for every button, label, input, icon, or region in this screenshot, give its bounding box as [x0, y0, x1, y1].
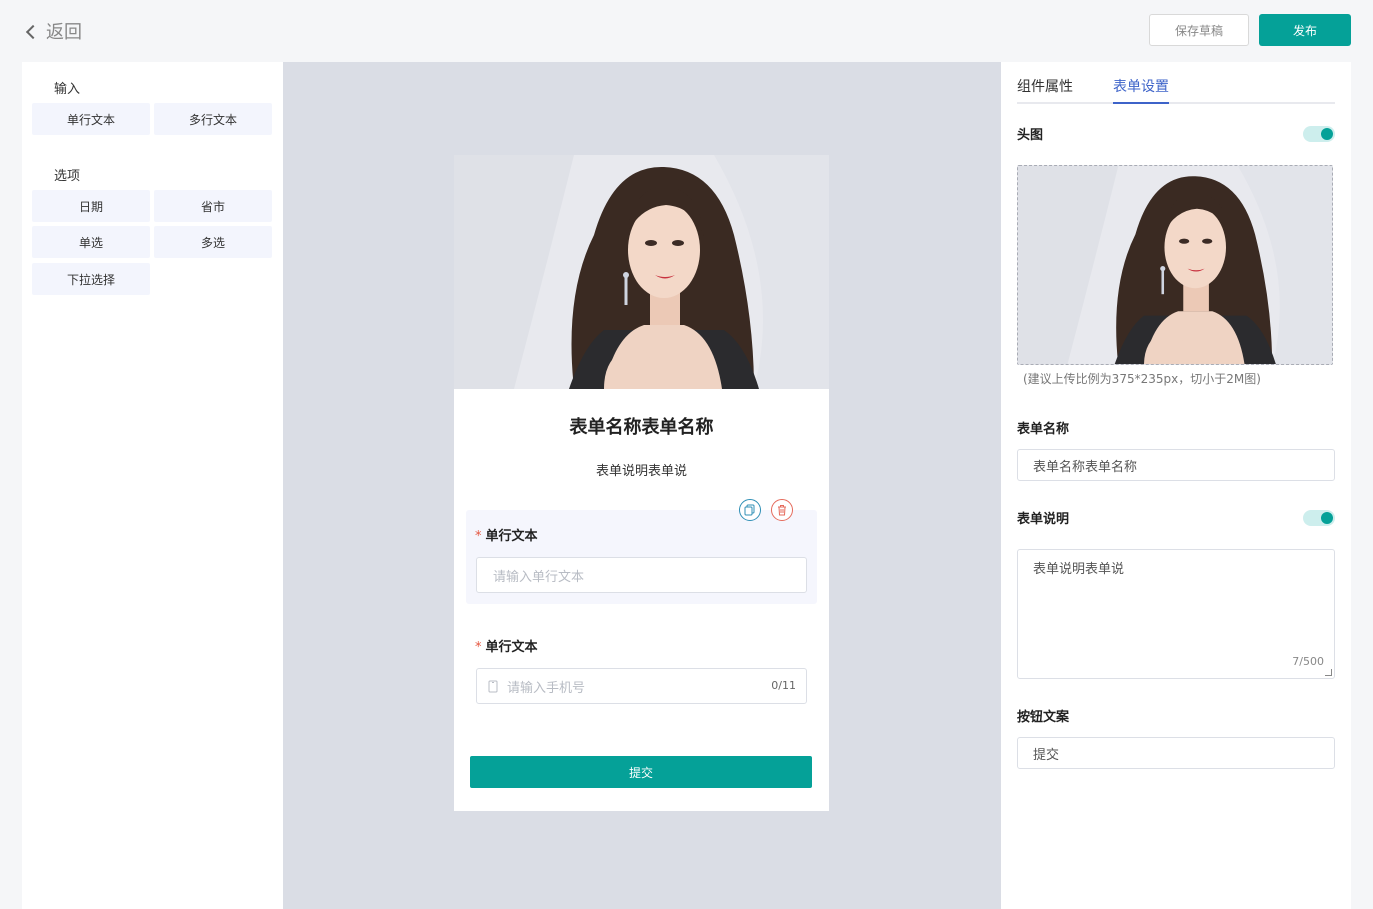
button-text-input[interactable]: 提交: [1017, 737, 1335, 769]
save-draft-button[interactable]: 保存草稿: [1149, 14, 1249, 46]
form-description-label: 表单说明: [1017, 512, 1070, 527]
submit-button[interactable]: 提交: [470, 756, 812, 788]
delete-icon[interactable]: [771, 499, 793, 521]
publish-button[interactable]: 发布: [1259, 14, 1351, 46]
button-text-label: 按钮文案: [1017, 710, 1070, 725]
required-mark: *: [475, 529, 482, 544]
required-mark: *: [475, 640, 482, 655]
form-title: 表单名称表单名称: [569, 417, 714, 438]
chevron-left-icon: [25, 24, 41, 39]
component-date[interactable]: 日期: [32, 190, 150, 222]
header-image-label: 头图: [1017, 128, 1044, 143]
field-label: * 单行文本: [475, 636, 538, 655]
input-placeholder: 请输入手机号: [507, 680, 586, 696]
header-image[interactable]: [454, 155, 829, 389]
uploaded-portrait-image: [1018, 166, 1333, 365]
component-multi-choice[interactable]: 多选: [154, 226, 272, 258]
form-description-toggle[interactable]: [1303, 510, 1335, 526]
component-palette: 输入 单行文本 多行文本 选项 日期 省市 单选 多选 下拉选择: [22, 62, 283, 909]
group-title-input: 输入: [54, 82, 81, 97]
header-image-upload[interactable]: [1017, 165, 1333, 365]
header-image-toggle[interactable]: [1303, 126, 1335, 142]
header-portrait-image: [454, 155, 829, 389]
back-button[interactable]: 返回: [25, 18, 82, 44]
component-dropdown[interactable]: 下拉选择: [32, 263, 150, 295]
textarea-value: 表单说明表单说: [1033, 562, 1125, 577]
settings-tabs: 组件属性 表单设置: [1017, 62, 1335, 104]
field-label: * 单行文本: [475, 525, 538, 544]
form-description-textarea[interactable]: 表单说明表单说 7/500: [1017, 549, 1335, 679]
tab-component-properties[interactable]: 组件属性: [1017, 76, 1073, 96]
tab-form-settings[interactable]: 表单设置: [1113, 76, 1169, 96]
form-name-input[interactable]: 表单名称表单名称: [1017, 449, 1335, 481]
field-label-text: 单行文本: [485, 529, 538, 544]
copy-icon[interactable]: [739, 499, 761, 521]
form-name-label: 表单名称: [1017, 422, 1070, 437]
input-placeholder: 请输入单行文本: [493, 569, 585, 585]
active-tab-indicator: [1113, 102, 1169, 104]
form-description: 表单说明表单说: [595, 464, 687, 479]
component-single-choice[interactable]: 单选: [32, 226, 150, 258]
group-title-options: 选项: [54, 169, 81, 184]
top-bar: 返回 保存草稿 发布: [0, 0, 1373, 62]
toggle-knob: [1321, 512, 1333, 524]
design-canvas: 表单名称表单名称 表单说明表单说 * 单行文本 请输入单行文本 * 单行文本 请输入…: [283, 62, 1001, 909]
char-counter: 7/500: [1292, 655, 1324, 668]
phone-icon: [488, 680, 498, 692]
upload-hint: (建议上传比例为375*235px，切小于2M图): [1023, 372, 1261, 386]
back-label: 返回: [46, 22, 82, 43]
single-line-text-input[interactable]: 请输入单行文本: [476, 557, 807, 593]
component-single-line-text[interactable]: 单行文本: [32, 103, 150, 135]
toggle-knob: [1321, 128, 1333, 140]
settings-panel: 组件属性 表单设置 头图 (建议上传比例为375*235px，切小于2M图) 表…: [1001, 62, 1351, 909]
component-province-city[interactable]: 省市: [154, 190, 272, 222]
component-multi-line-text[interactable]: 多行文本: [154, 103, 272, 135]
phone-input[interactable]: 请输入手机号 0/11: [476, 668, 807, 704]
char-counter: 0/11: [771, 679, 796, 692]
resize-handle[interactable]: [1325, 669, 1332, 676]
form-preview: 表单名称表单名称 表单说明表单说 * 单行文本 请输入单行文本 * 单行文本 请输入…: [454, 155, 829, 811]
field-label-text: 单行文本: [485, 640, 538, 655]
